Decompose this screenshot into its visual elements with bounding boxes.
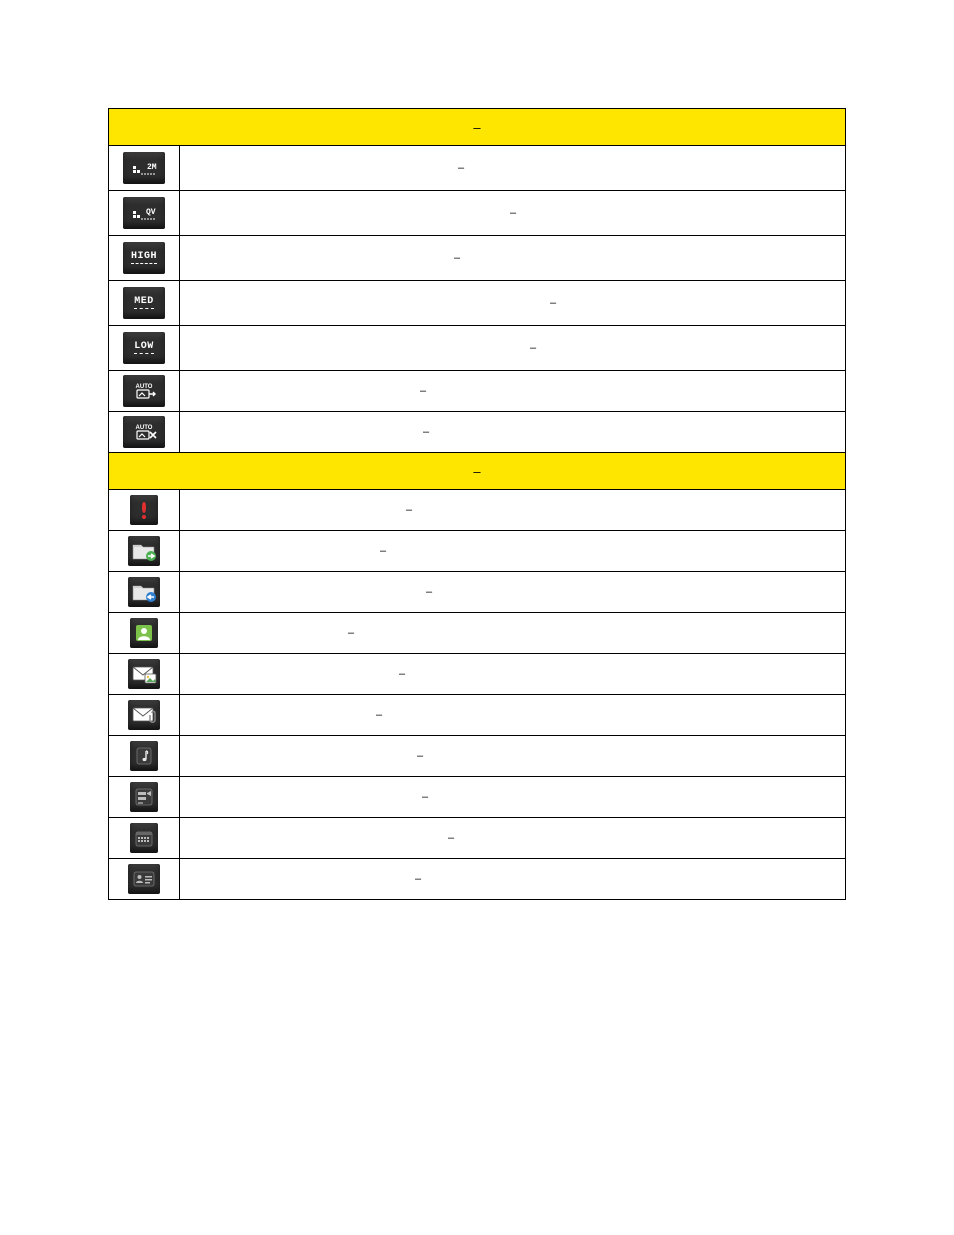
dash-icon: –: [399, 668, 405, 680]
table-row: –: [109, 654, 846, 695]
table-row: –: [109, 818, 846, 859]
mms-picture-icon: [128, 659, 160, 689]
alert-icon: [130, 495, 158, 525]
svg-text:2M: 2M: [147, 163, 157, 172]
resolution-qv-icon: QV: [123, 197, 165, 229]
dash-icon: –: [510, 207, 516, 219]
dash-icon: –: [473, 464, 480, 479]
dash-icon: –: [422, 791, 428, 803]
dash-icon: –: [423, 426, 429, 438]
svg-text:AUTO: AUTO: [136, 384, 153, 390]
video-doc-icon: [130, 782, 158, 812]
quality-high-icon: HIGH: [123, 242, 165, 274]
dash-icon: –: [417, 750, 423, 762]
table-row: LOW –: [109, 326, 846, 371]
table-row: –: [109, 859, 846, 900]
dash-icon: –: [406, 504, 412, 516]
dash-icon: –: [454, 252, 460, 264]
icon-reference-table: – 2M – QV: [108, 108, 846, 900]
dash-icon: –: [415, 873, 421, 885]
table-row: –: [109, 777, 846, 818]
table-row: MED –: [109, 281, 846, 326]
vcard-icon: [128, 864, 160, 894]
dash-icon: –: [348, 627, 354, 639]
outbox-folder-icon: [128, 536, 160, 566]
table-row: HIGH –: [109, 236, 846, 281]
table-row: –: [109, 531, 846, 572]
dash-icon: –: [376, 709, 382, 721]
dash-icon: –: [380, 545, 386, 557]
svg-text:QV: QV: [146, 208, 156, 217]
attachment-message-icon: [128, 700, 160, 730]
table-row: –: [109, 572, 846, 613]
dash-icon: –: [458, 162, 464, 174]
table-row: AUTO –: [109, 371, 846, 412]
dash-icon: –: [448, 832, 454, 844]
table-row: QV –: [109, 191, 846, 236]
inbox-folder-icon: [128, 577, 160, 607]
dash-icon: –: [473, 120, 480, 135]
music-note-icon: [130, 741, 158, 771]
svg-text:AUTO: AUTO: [136, 425, 153, 431]
auto-send-on-icon: AUTO: [123, 375, 165, 407]
table-row: –: [109, 736, 846, 777]
auto-send-off-icon: AUTO: [123, 416, 165, 448]
dash-icon: –: [426, 586, 432, 598]
quality-med-icon: MED: [123, 287, 165, 319]
contact-icon: [130, 618, 158, 648]
dash-icon: –: [530, 342, 536, 354]
page: – 2M – QV: [0, 0, 954, 1235]
section-header-2: –: [109, 453, 846, 490]
table-row: AUTO –: [109, 412, 846, 453]
quality-low-icon: LOW: [123, 332, 165, 364]
section-header-1: –: [109, 109, 846, 146]
table-row: –: [109, 695, 846, 736]
calendar-icon: [130, 823, 158, 853]
table-row: 2M –: [109, 146, 846, 191]
dash-icon: –: [420, 385, 426, 397]
dash-icon: –: [550, 297, 556, 309]
table-row: –: [109, 613, 846, 654]
resolution-2m-icon: 2M: [123, 152, 165, 184]
table-row: –: [109, 490, 846, 531]
